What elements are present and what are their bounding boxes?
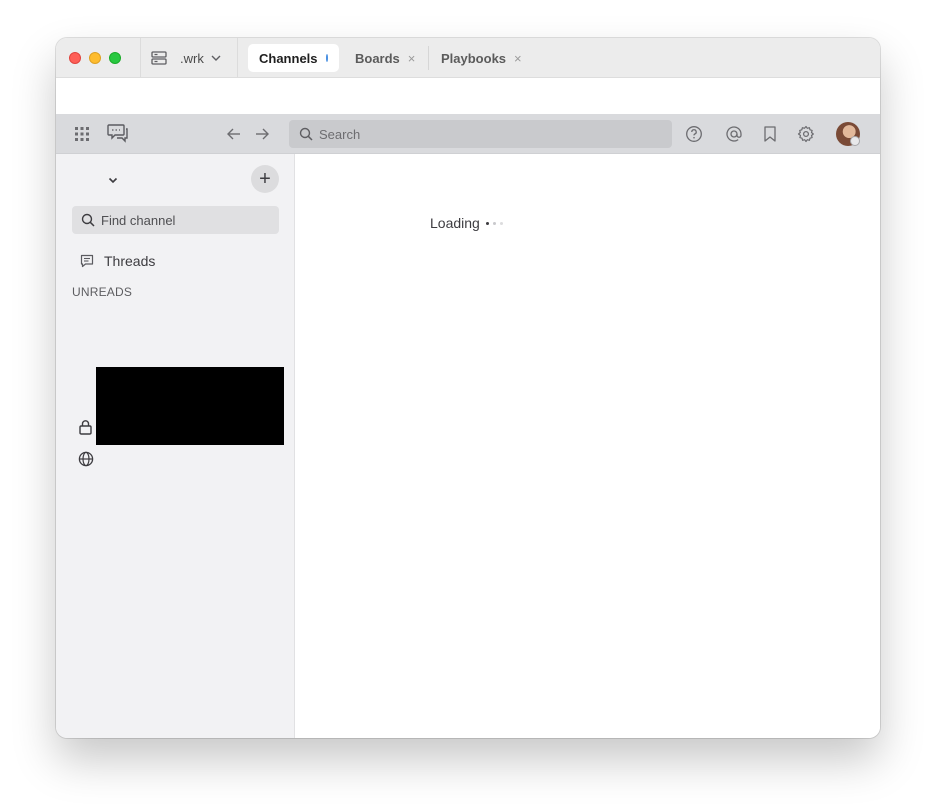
lock-icon [78, 419, 93, 440]
loading-indicator: Loading [430, 215, 503, 231]
announcement-strip [56, 78, 880, 114]
chat-bubbles-icon[interactable] [107, 122, 129, 144]
tab-playbooks[interactable]: Playbooks × [430, 44, 533, 72]
threads-icon [80, 254, 94, 268]
back-arrow-icon[interactable] [225, 125, 243, 143]
section-header-unreads[interactable]: UNREADS [72, 285, 132, 299]
minimize-window-button[interactable] [89, 52, 101, 64]
status-indicator [850, 136, 860, 146]
globe-icon [78, 451, 94, 472]
close-tab-icon[interactable]: × [408, 51, 416, 66]
add-channel-button[interactable]: + [251, 165, 279, 193]
close-tab-icon[interactable]: × [514, 51, 522, 66]
divider [428, 46, 429, 70]
title-bar: .wrk Channels Boards × Playbooks × [56, 38, 880, 78]
loading-text: Loading [430, 215, 480, 231]
forward-arrow-icon[interactable] [253, 125, 271, 143]
find-channel-button[interactable]: Find channel [72, 206, 279, 234]
saved-bookmark-icon[interactable] [760, 124, 780, 144]
tab-label: Boards [355, 50, 400, 66]
app-grid-icon[interactable] [73, 125, 91, 143]
mentions-icon[interactable] [724, 124, 744, 144]
sidebar-item-threads[interactable]: Threads [72, 248, 155, 274]
settings-gear-icon[interactable] [796, 124, 816, 144]
tab-boards[interactable]: Boards × [344, 44, 426, 72]
global-header: Search [56, 114, 880, 154]
server-icon [151, 51, 167, 65]
divider [237, 38, 238, 77]
sidebar-item-label: Threads [104, 253, 156, 269]
loading-dot [485, 221, 489, 225]
help-icon[interactable] [684, 124, 704, 144]
chevron-down-icon [211, 55, 221, 61]
tab-label: Playbooks [441, 50, 507, 66]
team-menu-chevron-down-icon[interactable] [106, 173, 120, 187]
find-channel-label: Find channel [101, 212, 176, 228]
main-content: Loading [295, 154, 880, 738]
search-icon [299, 127, 313, 141]
close-window-button[interactable] [69, 52, 81, 64]
channel-sidebar: + Find channel Threads UNREADS [56, 154, 295, 738]
tab-channels[interactable]: Channels [248, 44, 339, 72]
server-name: .wrk [180, 50, 204, 66]
loading-dot [499, 221, 503, 225]
redacted-channel-names [96, 367, 284, 445]
search-icon [81, 213, 95, 227]
divider [140, 38, 141, 77]
search-placeholder: Search [319, 126, 361, 142]
search-input[interactable]: Search [289, 120, 672, 148]
unread-dot-icon [325, 54, 328, 62]
server-selector[interactable]: .wrk [150, 48, 222, 68]
tab-label: Channels [259, 50, 318, 66]
app-window: .wrk Channels Boards × Playbooks × Searc… [56, 38, 880, 738]
zoom-window-button[interactable] [109, 52, 121, 64]
loading-dot [492, 221, 496, 225]
